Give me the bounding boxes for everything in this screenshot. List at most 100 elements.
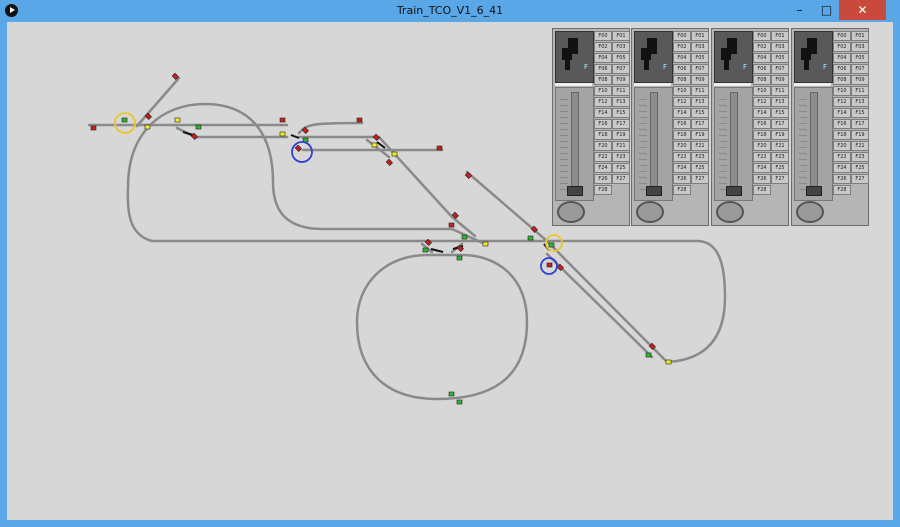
close-button[interactable]: ✕: [839, 0, 886, 20]
function-button[interactable]: F20: [673, 140, 691, 152]
function-button[interactable]: F06: [753, 63, 771, 75]
function-button[interactable]: F17: [612, 118, 630, 130]
maximize-button[interactable]: □: [813, 0, 840, 20]
function-button[interactable]: F25: [771, 162, 789, 173]
function-button[interactable]: F13: [691, 96, 709, 108]
function-button[interactable]: F15: [691, 107, 709, 119]
function-button[interactable]: F22: [833, 151, 851, 163]
direction-indicator[interactable]: F: [743, 62, 751, 72]
function-button[interactable]: F02: [833, 41, 851, 53]
function-button[interactable]: F05: [691, 52, 709, 64]
function-button[interactable]: F01: [691, 31, 709, 42]
direction-indicator[interactable]: F: [663, 62, 671, 72]
function-button[interactable]: F07: [612, 63, 630, 75]
function-button[interactable]: F16: [833, 118, 851, 130]
function-button[interactable]: F05: [851, 52, 869, 64]
function-button[interactable]: F19: [612, 129, 630, 141]
function-button[interactable]: F10: [833, 85, 851, 97]
throttle-1[interactable]: F F00 F02 F04 F06 F08 F10 F12 F14 F16 F18 F20 F22 F2…: [552, 28, 630, 226]
function-button[interactable]: F04: [594, 52, 612, 64]
function-button[interactable]: F16: [753, 118, 771, 130]
function-button[interactable]: F02: [673, 41, 691, 53]
function-button[interactable]: F14: [594, 107, 612, 119]
function-button[interactable]: F15: [851, 107, 869, 119]
function-button[interactable]: F11: [691, 85, 709, 97]
function-button[interactable]: F26: [673, 173, 691, 184]
speed-slider[interactable]: [650, 92, 658, 194]
function-button[interactable]: F15: [771, 107, 789, 119]
speed-slider-knob[interactable]: [806, 186, 822, 196]
function-button[interactable]: F26: [833, 173, 851, 184]
function-button[interactable]: F08: [594, 74, 612, 86]
function-button[interactable]: F25: [851, 162, 869, 173]
speed-slider-knob[interactable]: [726, 186, 742, 196]
function-button[interactable]: F28: [673, 184, 691, 195]
function-button[interactable]: F19: [771, 129, 789, 141]
function-button[interactable]: F02: [594, 41, 612, 53]
function-button[interactable]: F20: [594, 140, 612, 152]
function-button[interactable]: F03: [612, 41, 630, 53]
function-button[interactable]: F16: [673, 118, 691, 130]
function-button[interactable]: F10: [594, 85, 612, 97]
function-button[interactable]: F27: [851, 173, 869, 184]
function-button[interactable]: F07: [771, 63, 789, 75]
function-button[interactable]: F08: [753, 74, 771, 86]
function-button[interactable]: F14: [833, 107, 851, 119]
function-button[interactable]: F13: [771, 96, 789, 108]
function-button[interactable]: F27: [612, 173, 630, 184]
function-button[interactable]: F19: [691, 129, 709, 141]
function-button[interactable]: F26: [753, 173, 771, 184]
function-button[interactable]: F28: [753, 184, 771, 195]
function-button[interactable]: F25: [612, 162, 630, 173]
function-button[interactable]: F01: [771, 31, 789, 42]
function-button[interactable]: F06: [833, 63, 851, 75]
speed-slider[interactable]: [730, 92, 738, 194]
direction-dial[interactable]: [796, 201, 824, 223]
function-button[interactable]: F12: [753, 96, 771, 108]
function-button[interactable]: F21: [771, 140, 789, 152]
function-button[interactable]: F21: [612, 140, 630, 152]
function-button[interactable]: F24: [833, 162, 851, 173]
function-button[interactable]: F12: [673, 96, 691, 108]
function-button[interactable]: F14: [673, 107, 691, 119]
function-button[interactable]: F18: [753, 129, 771, 141]
function-button[interactable]: F20: [753, 140, 771, 152]
minimize-button[interactable]: –: [786, 0, 813, 20]
function-button[interactable]: F21: [691, 140, 709, 152]
function-button[interactable]: F05: [612, 52, 630, 64]
function-button[interactable]: F04: [673, 52, 691, 64]
function-button[interactable]: F03: [771, 41, 789, 53]
function-button[interactable]: F24: [753, 162, 771, 173]
function-button[interactable]: F17: [691, 118, 709, 130]
speed-slider-knob[interactable]: [567, 186, 583, 196]
function-button[interactable]: F02: [753, 41, 771, 53]
function-button[interactable]: F23: [771, 151, 789, 163]
direction-dial[interactable]: [557, 201, 585, 223]
speed-slider[interactable]: [571, 92, 579, 194]
function-button[interactable]: F10: [673, 85, 691, 97]
function-button[interactable]: F13: [612, 96, 630, 108]
function-button[interactable]: F04: [833, 52, 851, 64]
function-button[interactable]: F22: [673, 151, 691, 163]
function-button[interactable]: F23: [691, 151, 709, 163]
function-button[interactable]: F00: [673, 31, 691, 42]
function-button[interactable]: F07: [851, 63, 869, 75]
track-control-canvas[interactable]: F F00 F02 F04 F06 F08 F10 F12 F14 F16 F18 F20 F22 F2…: [7, 22, 893, 520]
function-button[interactable]: F07: [691, 63, 709, 75]
function-button[interactable]: F09: [851, 74, 869, 86]
function-button[interactable]: F00: [753, 31, 771, 42]
function-button[interactable]: F06: [673, 63, 691, 75]
function-button[interactable]: F27: [771, 173, 789, 184]
function-button[interactable]: F11: [851, 85, 869, 97]
throttle-2[interactable]: F F00 F02 F04 F06 F08 F10 F12 F14 F16 F18 F20 F22 F2…: [631, 28, 709, 226]
function-button[interactable]: F17: [771, 118, 789, 130]
function-button[interactable]: F01: [612, 31, 630, 42]
function-button[interactable]: F25: [691, 162, 709, 173]
function-button[interactable]: F03: [691, 41, 709, 53]
function-button[interactable]: F18: [594, 129, 612, 141]
direction-dial[interactable]: [636, 201, 664, 223]
function-button[interactable]: F28: [594, 184, 612, 195]
function-button[interactable]: F11: [612, 85, 630, 97]
function-button[interactable]: F21: [851, 140, 869, 152]
function-button[interactable]: F00: [594, 31, 612, 42]
